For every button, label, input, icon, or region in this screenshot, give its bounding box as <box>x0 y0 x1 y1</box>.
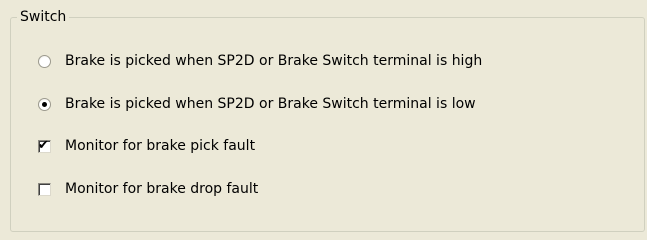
radio-brake-picked-low[interactable]: Brake is picked when SP2D or Brake Switc… <box>38 94 476 114</box>
radio-button-icon[interactable] <box>38 54 51 68</box>
checkbox-unchecked-icon[interactable] <box>38 182 51 196</box>
radio-brake-picked-high[interactable]: Brake is picked when SP2D or Brake Switc… <box>38 51 482 71</box>
groupbox-title: Switch <box>17 8 70 26</box>
check-mark-icon: ✔ <box>38 137 49 153</box>
checkbox-monitor-drop-fault-label[interactable]: Monitor for brake drop fault <box>65 179 258 199</box>
switch-groupbox <box>10 17 645 232</box>
radio-button-selected-icon[interactable] <box>38 97 51 111</box>
checkbox-monitor-drop-fault[interactable]: Monitor for brake drop fault <box>38 179 258 199</box>
checkbox-monitor-pick-fault-label[interactable]: Monitor for brake pick fault <box>65 136 255 156</box>
radio-brake-picked-low-label[interactable]: Brake is picked when SP2D or Brake Switc… <box>65 94 476 114</box>
checkbox-monitor-pick-fault[interactable]: ✔ Monitor for brake pick fault <box>38 136 255 156</box>
checkbox-checked-icon[interactable]: ✔ <box>38 137 51 153</box>
radio-brake-picked-high-label[interactable]: Brake is picked when SP2D or Brake Switc… <box>65 51 482 71</box>
